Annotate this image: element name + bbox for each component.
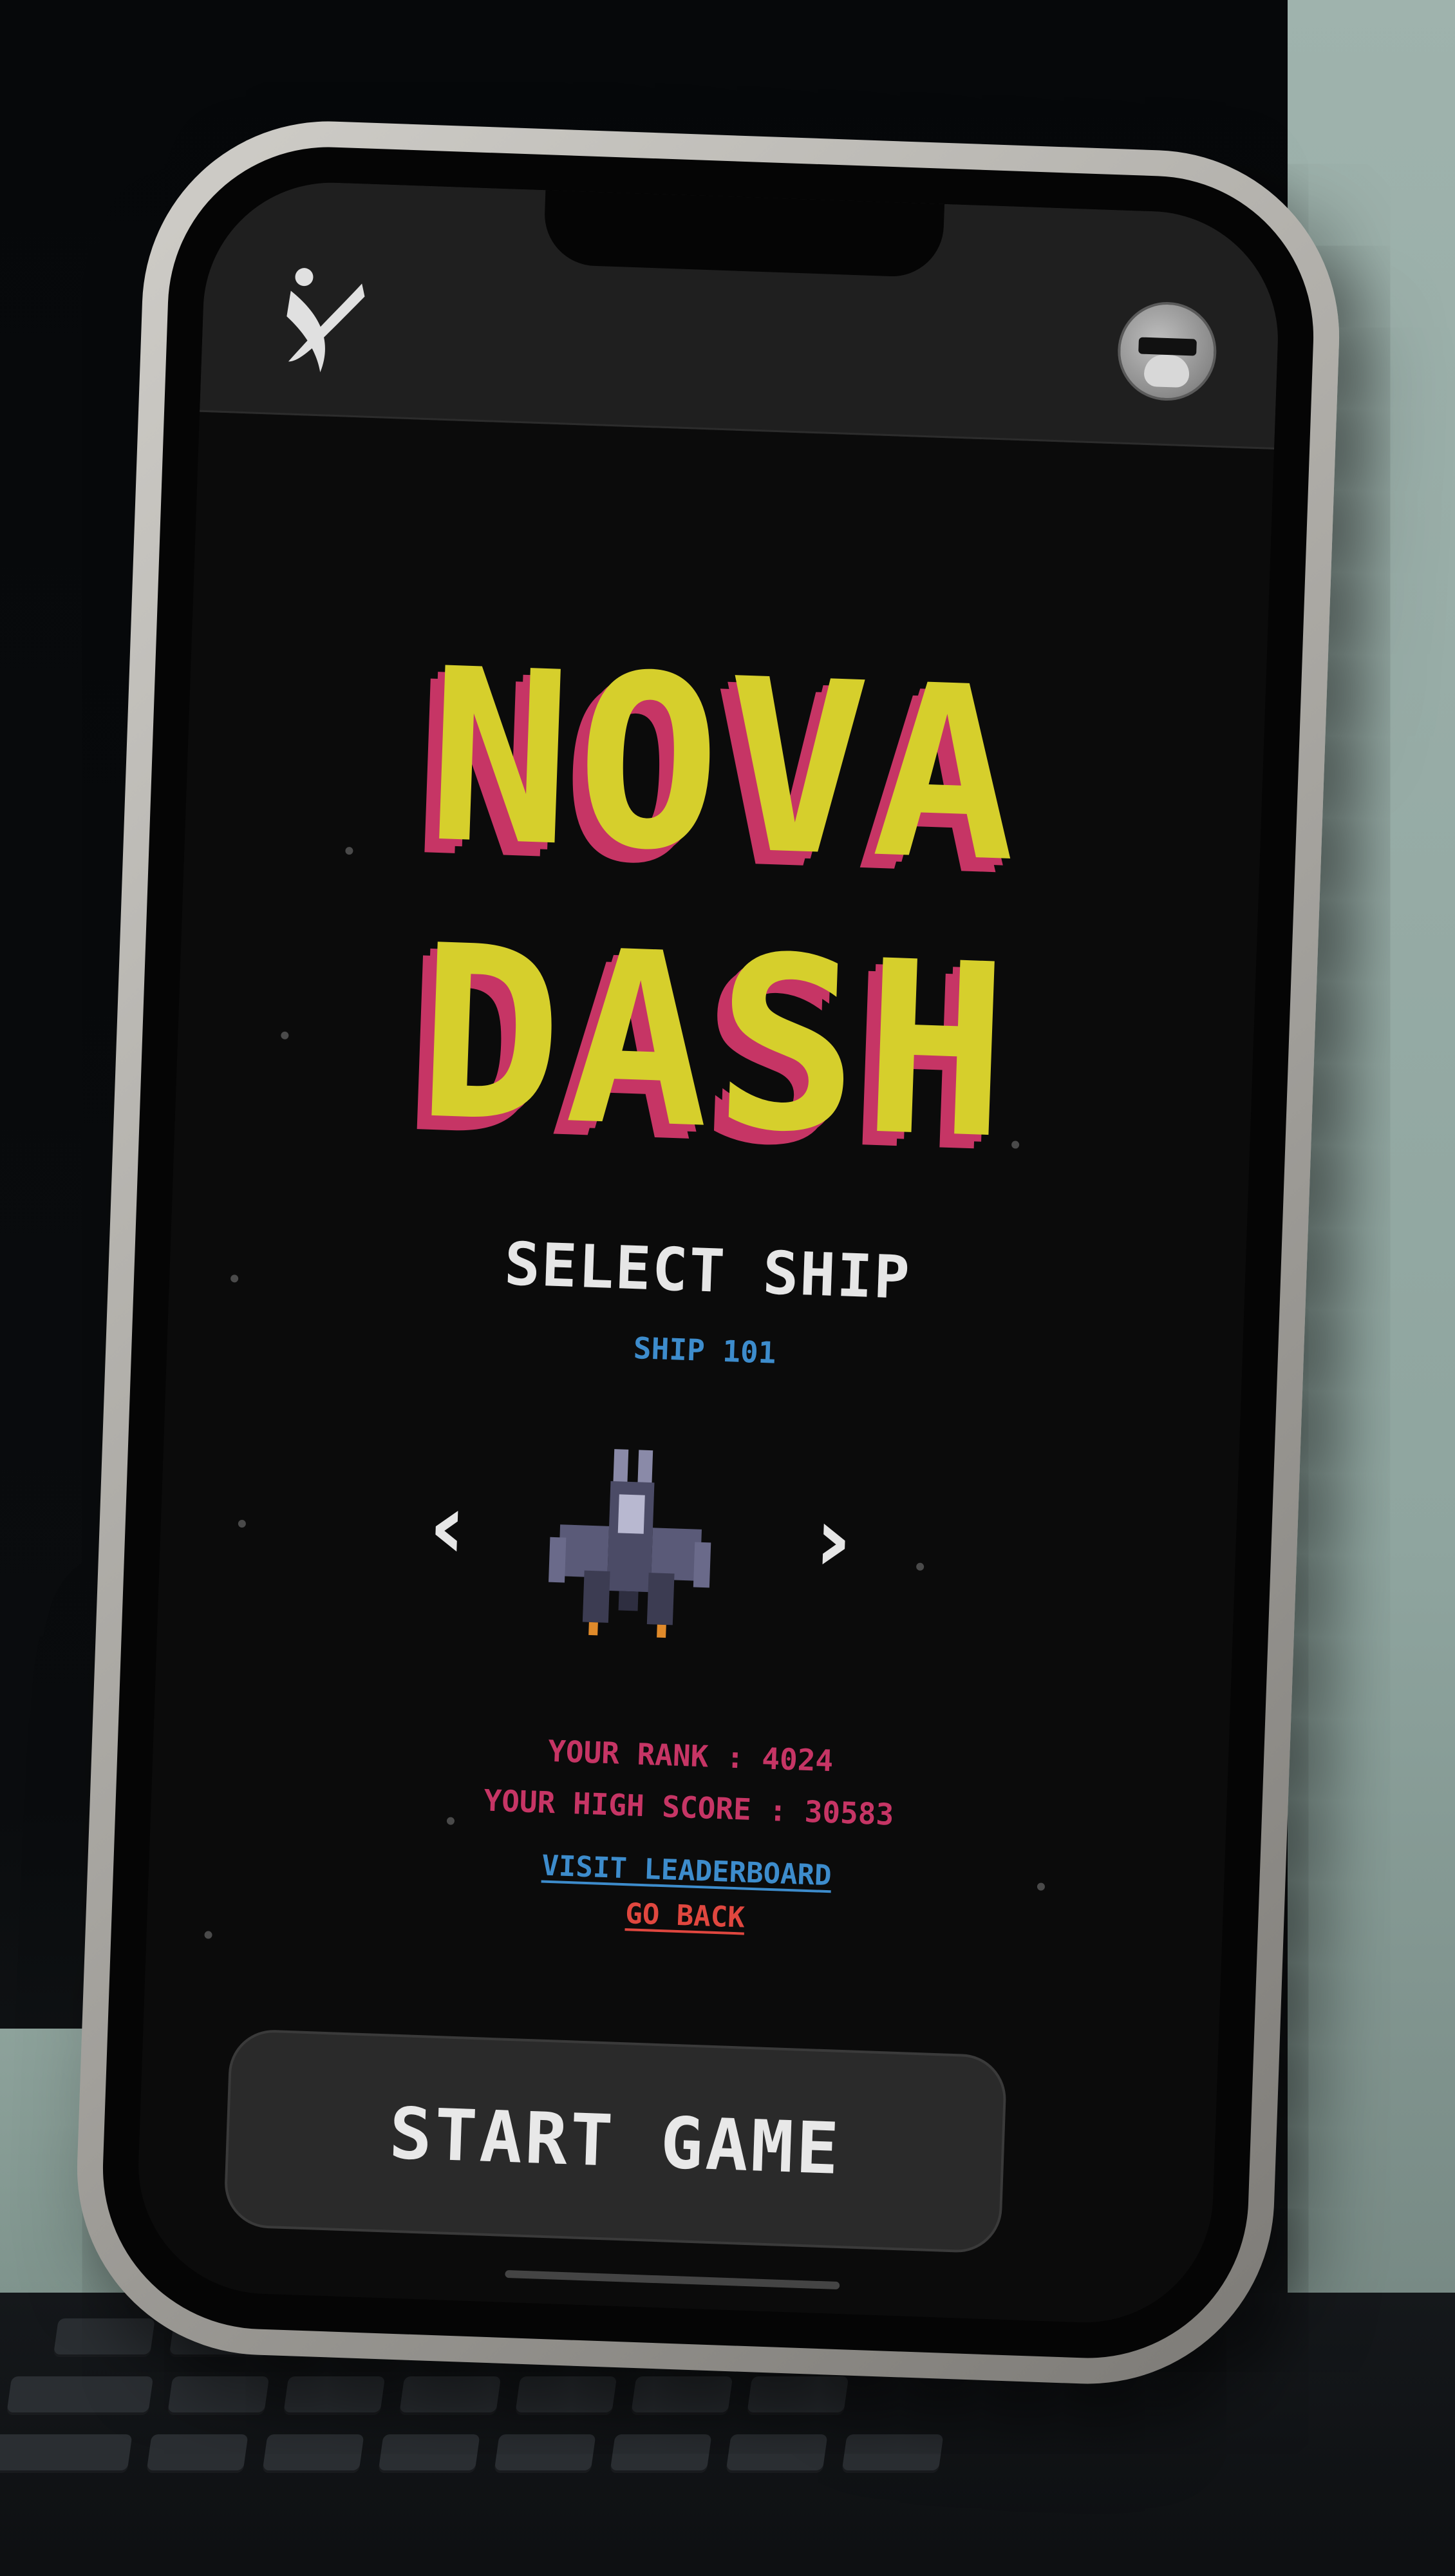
phone-bezel: NOVA DASH SELECT SHIP SHIP 101 ‹ › YOUR … — [97, 141, 1319, 2364]
keyboard-key — [6, 2376, 154, 2415]
keyboard-key — [283, 2376, 386, 2415]
next-ship-arrow-icon[interactable]: › — [796, 1487, 870, 1593]
stylized-x-logo-icon[interactable] — [275, 265, 369, 377]
background-star — [915, 1562, 925, 1571]
keyboard-key — [746, 2376, 849, 2415]
app-header — [200, 178, 1282, 450]
keyboard-key — [630, 2376, 733, 2415]
keyboard-key — [514, 2376, 617, 2415]
phone-screen: NOVA DASH SELECT SHIP SHIP 101 ‹ › YOUR … — [134, 178, 1282, 2327]
keyboard-key — [167, 2376, 270, 2415]
photo-scene: NOVA DASH SELECT SHIP SHIP 101 ‹ › YOUR … — [0, 0, 1455, 2576]
keyboard-key — [262, 2434, 364, 2473]
keyboard-key — [378, 2434, 480, 2473]
background-star — [238, 1519, 247, 1528]
previous-ship-arrow-icon[interactable]: ‹ — [411, 1473, 484, 1580]
phone-device: NOVA DASH SELECT SHIP SHIP 101 ‹ › YOUR … — [71, 115, 1346, 2391]
keyboard-key — [53, 2318, 155, 2357]
avatar-face — [1143, 354, 1190, 388]
keyboard-key — [0, 2434, 133, 2473]
start-game-button[interactable]: START GAME — [223, 2028, 1008, 2254]
keyboard-key — [726, 2434, 828, 2473]
home-indicator[interactable] — [505, 2269, 840, 2290]
game-title-line-1: NOVA — [423, 618, 1028, 916]
ship-name-label: SHIP 101 — [633, 1331, 777, 1370]
user-avatar-sunglasses-icon[interactable] — [1116, 300, 1218, 402]
spaceship-sprite-icon — [548, 1449, 711, 1638]
keyboard-key — [494, 2434, 596, 2473]
game-title-line-2: DASH — [413, 895, 1018, 1193]
keyboard-key — [610, 2434, 712, 2473]
keyboard-key — [399, 2376, 502, 2415]
keyboard-key — [146, 2434, 249, 2473]
background-star — [446, 1817, 455, 1825]
select-ship-heading: SELECT SHIP — [503, 1229, 912, 1312]
visit-leaderboard-link[interactable]: VISIT LEADERBOARD — [541, 1850, 832, 1893]
camera-notch — [543, 190, 945, 278]
background-star — [204, 1931, 212, 1939]
keyboard-key — [841, 2434, 944, 2473]
avatar-sunglasses — [1138, 337, 1197, 356]
go-back-link[interactable]: GO BACK — [624, 1897, 745, 1934]
